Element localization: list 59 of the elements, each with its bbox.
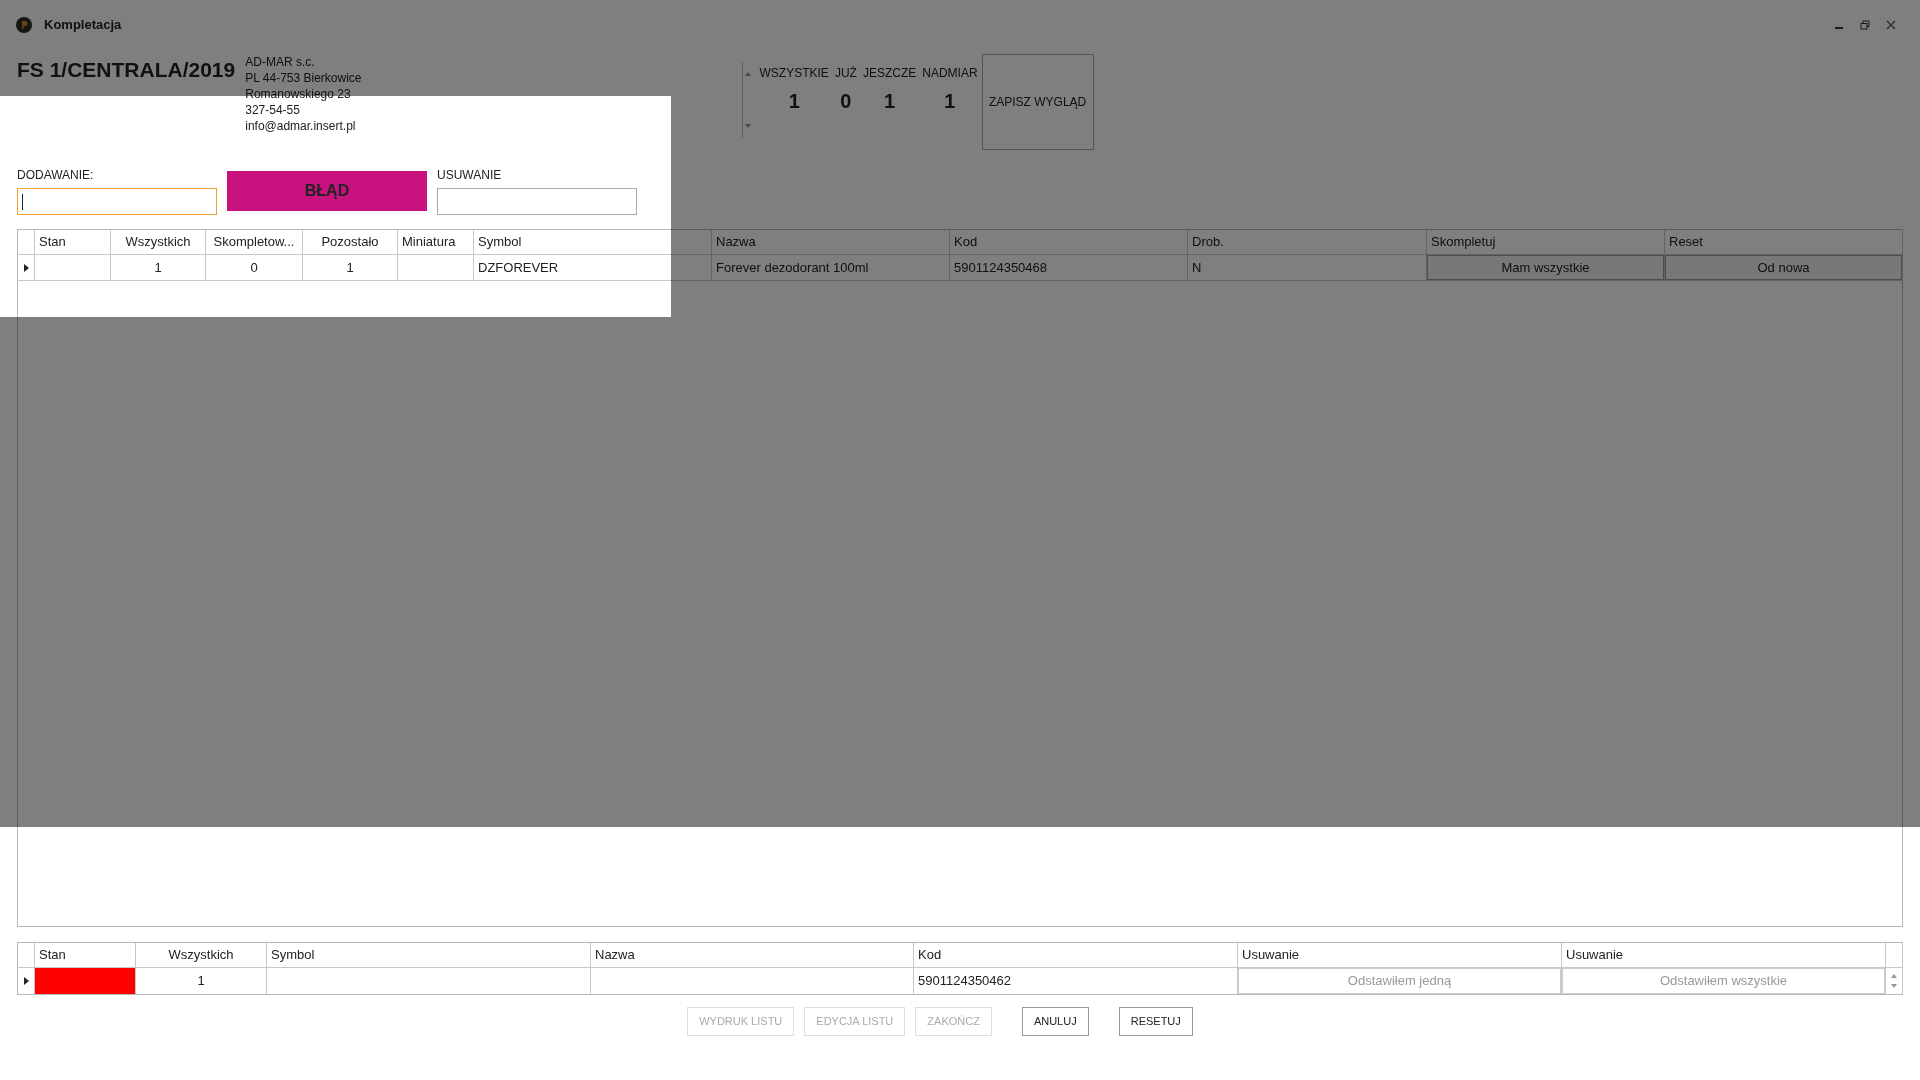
column-header[interactable]: Skompletuj: [1427, 232, 1500, 252]
column-header[interactable]: Kod: [950, 232, 982, 252]
address-line: AD-MAR s.c.: [245, 54, 316, 70]
stat-label: JUŻ: [834, 65, 857, 82]
table-cell-text: 5901124350468: [953, 258, 1049, 277]
error-banner: BŁĄD: [227, 171, 427, 211]
stat-value: 0: [840, 89, 852, 114]
text-cursor-icon: [22, 193, 23, 210]
table-cell-text: DZFOREVER: [477, 258, 560, 277]
scroll-down-icon[interactable]: [1891, 984, 1897, 988]
stat-value: 1: [788, 89, 800, 114]
footer-button[interactable]: ANULUJ: [1021, 1007, 1089, 1036]
stat-label: JESZCZE: [862, 65, 917, 82]
table-cell-text: 5901124350462: [917, 972, 1013, 991]
column-header[interactable]: Reset: [1665, 232, 1707, 252]
table-cell-text: 0: [249, 258, 259, 277]
table-cell-text: 1: [196, 972, 206, 991]
address-line: PL 44-753 Bierkowice: [245, 70, 362, 86]
column-header[interactable]: Nazwa: [712, 232, 760, 252]
stat-value: 1: [944, 89, 956, 114]
table-cell-text: 1: [345, 258, 355, 277]
column-header[interactable]: Skompletow...: [209, 232, 299, 252]
column-header[interactable]: Symbol: [474, 232, 526, 252]
column-header[interactable]: Nazwa: [591, 945, 639, 965]
removing-input-field[interactable]: [437, 188, 637, 215]
footer-button[interactable]: RESETUJ: [1118, 1007, 1193, 1036]
column-header[interactable]: Stan: [35, 945, 70, 965]
column-header[interactable]: Wszystkich: [121, 232, 195, 252]
column-header[interactable]: Kod: [914, 945, 946, 965]
close-icon[interactable]: [1886, 20, 1896, 30]
address-line: 327-54-55: [245, 102, 301, 118]
column-header[interactable]: Miniatura: [398, 232, 460, 252]
column-header[interactable]: Pozostało: [317, 232, 383, 252]
scroll-up-icon[interactable]: [1891, 974, 1897, 978]
column-header[interactable]: Usuwanie: [1562, 945, 1628, 965]
window-title: Kompletacja: [44, 16, 122, 35]
app-logo-icon: [16, 17, 32, 33]
table-cell-text: 1: [153, 258, 163, 277]
table-cell-text: N: [1191, 258, 1203, 277]
column-header[interactable]: Usuwanie: [1238, 945, 1304, 965]
document-number: FS 1/CENTRALA/2019: [17, 57, 236, 83]
complete-button[interactable]: Mam wszystkie: [1427, 255, 1664, 280]
stat-value: 1: [884, 89, 896, 114]
address-line: info@admar.insert.pl: [245, 118, 357, 134]
stat-label: NADMIAR: [922, 65, 978, 82]
column-header[interactable]: Stan: [35, 232, 70, 252]
column-header[interactable]: Symbol: [267, 945, 319, 965]
adding-input-field[interactable]: [17, 188, 217, 215]
field-label: USUWANIE: [437, 167, 503, 184]
field-label: DODAWANIE:: [17, 167, 95, 184]
save-layout-button[interactable]: ZAPISZ WYGLĄD: [981, 54, 1094, 150]
column-header[interactable]: Wszystkich: [164, 945, 238, 965]
scroll-down-icon[interactable]: [745, 124, 752, 128]
column-header[interactable]: Drob.: [1188, 232, 1228, 252]
stat-label: WSZYSTKIE: [759, 65, 829, 82]
reset-button[interactable]: Od nowa: [1665, 255, 1902, 280]
table-cell-text: Forever dezodorant 100ml: [715, 258, 870, 277]
scroll-up-icon[interactable]: [745, 72, 752, 76]
restore-icon[interactable]: [1860, 20, 1870, 30]
